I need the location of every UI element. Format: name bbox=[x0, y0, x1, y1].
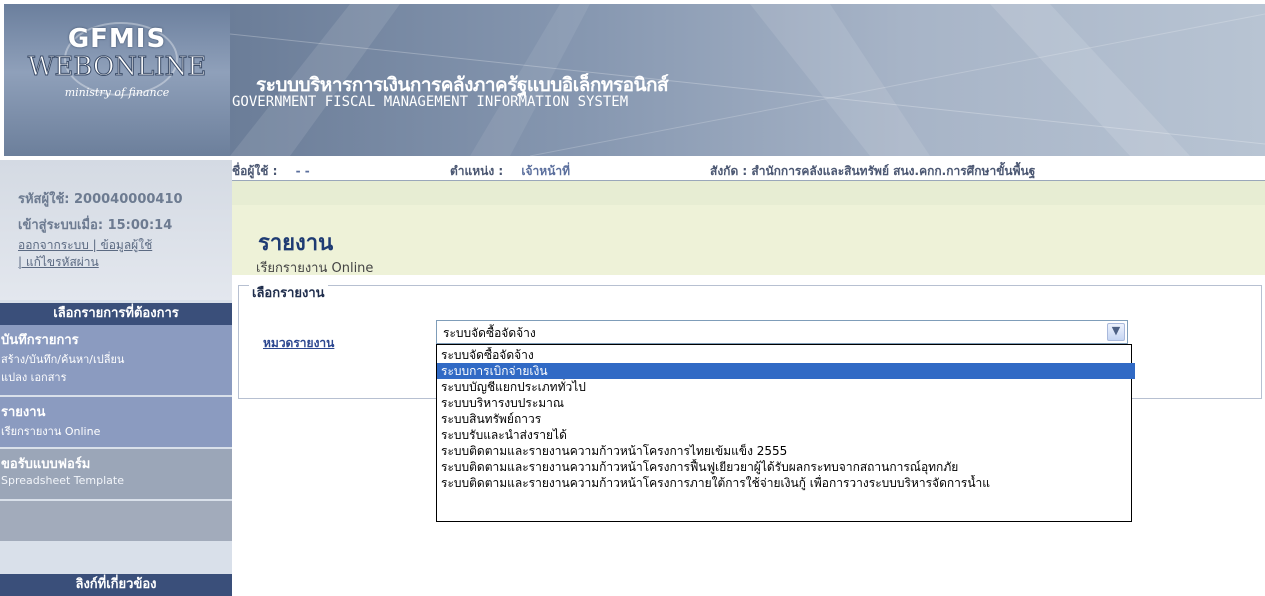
report-category-label[interactable]: หมวดรายงาน bbox=[263, 334, 334, 353]
report-category-selected-value: ระบบจัดซื้อจัดจ้าง bbox=[443, 326, 536, 340]
report-category-select[interactable]: ระบบจัดซื้อจัดจ้าง ▼ bbox=[436, 320, 1128, 344]
user-info-block: รหัสผู้ใช้: 200040000410 เข้าสู่ระบบเมื่… bbox=[0, 160, 232, 300]
change-password-link[interactable]: | แก้ไขรหัสผ่าน bbox=[18, 253, 99, 272]
dropdown-option[interactable]: ระบบบัญชีแยกประเภททั่วไป bbox=[437, 379, 1135, 395]
sidebar-blank-panel bbox=[0, 501, 232, 541]
sidebar-item-form[interactable]: ขอรับแบบฟอร์ม Spreadsheet Template bbox=[0, 449, 232, 499]
dropdown-option[interactable]: ระบบจัดซื้อจัดจ้าง bbox=[437, 347, 1135, 363]
sidebar-item-report[interactable]: รายงาน เรียกรายงาน Online bbox=[0, 397, 232, 447]
username-field: ชื่อผู้ใช้ : - - bbox=[232, 162, 310, 181]
position-field: ตำแหน่ง : เจ้าหน้าที่ bbox=[450, 162, 570, 181]
page-title: รายงาน bbox=[258, 231, 334, 256]
dropdown-option[interactable]: ระบบติดตามและรายงานความก้าวหน้าโครงการไท… bbox=[437, 443, 1135, 459]
sidebar-item-sub: เรียกรายงาน Online bbox=[1, 425, 101, 438]
sidebar-item-record[interactable]: บันทึกรายการ สร้าง/บันทึก/ค้นหา/เปลี่ยน … bbox=[0, 325, 232, 395]
position-value: เจ้าหน้าที่ bbox=[521, 164, 571, 178]
gfmis-logo: GFMIS WEBONLINE ministry of finance bbox=[4, 4, 230, 156]
dropdown-option[interactable]: ระบบสินทรัพย์ถาวร bbox=[437, 411, 1135, 427]
sidebar: รหัสผู้ใช้: 200040000410 เข้าสู่ระบบเมื่… bbox=[0, 160, 232, 596]
logo-text-gfmis: GFMIS bbox=[67, 24, 167, 54]
report-category-dropdown-list[interactable]: ระบบจัดซื้อจัดจ้าง ระบบการเบิกจ่ายเงิน ร… bbox=[436, 344, 1135, 522]
related-links-header[interactable]: ลิงก์ที่เกี่ยวข้อง bbox=[0, 574, 232, 596]
position-label: ตำแหน่ง : bbox=[450, 164, 504, 178]
logo-text-ministry: ministry of finance bbox=[64, 86, 170, 99]
page-top-bar bbox=[232, 181, 1265, 205]
sidebar-item-sub: Spreadsheet Template bbox=[1, 474, 124, 487]
sidebar-item-sub: แปลง เอกสาร bbox=[1, 371, 67, 384]
dropdown-option[interactable]: ระบบติดตามและรายงานความก้าวหน้าโครงการภา… bbox=[437, 475, 1135, 491]
logo-text-webonline: WEBONLINE bbox=[27, 52, 207, 83]
login-time: เข้าสู่ระบบเมื่อ: 15:00:14 bbox=[18, 218, 173, 233]
affiliation-field: สังกัด : สำนักการคลังและสินทรัพย์ สนง.คก… bbox=[710, 164, 1036, 178]
user-id: รหัสผู้ใช้: 200040000410 bbox=[18, 192, 183, 207]
header-banner: ระบบบริหารการเงินการคลังภาครัฐแบบอิเล็กท… bbox=[230, 4, 1265, 156]
sidebar-section-title: เลือกรายการที่ต้องการ bbox=[0, 303, 232, 325]
dropdown-option[interactable]: ระบบติดตามและรายงานความก้าวหน้าโครงการฟื… bbox=[437, 459, 1135, 475]
page-banner: รายงาน เรียกรายงาน Online bbox=[232, 205, 1265, 276]
dropdown-option-highlighted[interactable]: ระบบการเบิกจ่ายเงิน bbox=[437, 363, 1135, 379]
sidebar-item-label: รายงาน bbox=[1, 405, 46, 420]
sidebar-item-label: ขอรับแบบฟอร์ม bbox=[1, 457, 91, 472]
system-title-english: GOVERNMENT FISCAL MANAGEMENT INFORMATION… bbox=[232, 94, 629, 110]
user-info-strip: ชื่อผู้ใช้ : - - ตำแหน่ง : เจ้าหน้าที่ ส… bbox=[232, 160, 1265, 181]
dropdown-option[interactable]: ระบบรับและนำส่งรายได้ bbox=[437, 427, 1135, 443]
dropdown-option[interactable]: ระบบบริหารงบประมาณ bbox=[437, 395, 1135, 411]
username-label: ชื่อผู้ใช้ : bbox=[232, 164, 278, 178]
chevron-down-icon[interactable]: ▼ bbox=[1107, 323, 1125, 341]
sidebar-item-label: บันทึกรายการ bbox=[1, 333, 79, 348]
report-selection-legend: เลือกรายงาน bbox=[249, 282, 328, 303]
sidebar-item-sub: สร้าง/บันทึก/ค้นหา/เปลี่ยน bbox=[1, 353, 125, 366]
header: GFMIS WEBONLINE ministry of finance ระบบ… bbox=[0, 0, 1265, 160]
username-value: - - bbox=[295, 164, 310, 178]
